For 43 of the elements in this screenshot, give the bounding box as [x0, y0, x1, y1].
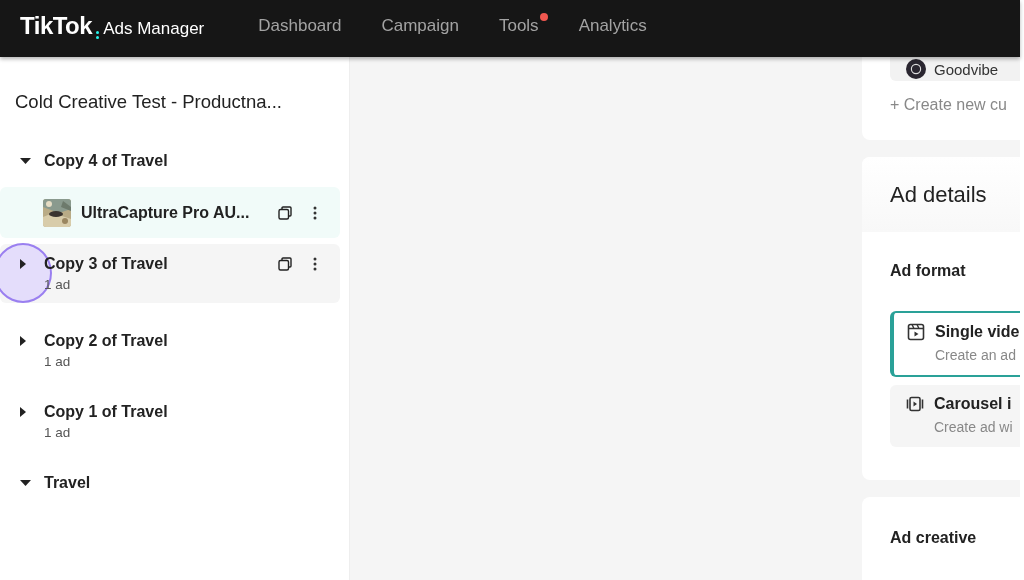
caret-down-icon[interactable] — [20, 158, 31, 164]
section-title: Ad creative — [890, 529, 978, 547]
nav-link[interactable]: Dashboard — [258, 11, 342, 40]
field-label: Ad format — [890, 262, 967, 280]
create-link[interactable]: + Create new cu — [890, 96, 1020, 114]
format-option[interactable]: Carousel i Create ad wi — [890, 385, 1020, 447]
product-name: Ads Manager — [103, 18, 205, 39]
ad-group-row[interactable]: Copy 1 of Travel 1 ad — [0, 396, 340, 445]
ad-count: 1 ad — [44, 277, 72, 292]
ad-group-name: Travel — [44, 473, 92, 493]
caret-down-icon[interactable] — [20, 480, 31, 486]
ad-group-name: Copy 2 of Travel — [44, 331, 169, 351]
format-title: Carousel i — [934, 395, 1012, 413]
avatar-icon — [906, 59, 926, 79]
tiktok-logo: TikTok — [20, 11, 93, 40]
nav-link[interactable]: Tools — [498, 11, 548, 40]
ad-count: 1 ad — [44, 354, 72, 369]
ad-group-name: Copy 1 of Travel — [44, 402, 169, 422]
video-icon — [907, 323, 925, 341]
ad-count: 1 ad — [44, 425, 72, 440]
campaign-title: Cold Creative Test - Productna... — [15, 91, 283, 113]
caret-right-icon[interactable] — [20, 407, 26, 417]
colon-icon — [96, 30, 100, 39]
ad-group-row[interactable]: Copy 4 of Travel — [0, 145, 340, 177]
more-icon[interactable] — [313, 257, 317, 271]
format-title: Single vide — [935, 323, 1020, 341]
ad-group-row[interactable]: Travel — [0, 467, 340, 499]
ad-name: UltraCapture Pro AU... — [81, 203, 251, 222]
carousel-icon — [906, 395, 924, 413]
duplicate-icon[interactable] — [277, 256, 293, 272]
more-icon[interactable] — [313, 205, 317, 220]
account-name: Goodvibe — [934, 60, 999, 78]
caret-right-icon[interactable] — [20, 336, 26, 346]
format-description: Create an ad — [934, 347, 1017, 363]
caret-right-icon[interactable] — [20, 259, 26, 269]
nav-link[interactable]: Analytics — [578, 11, 647, 40]
format-option[interactable]: Single vide Create an ad — [890, 311, 1020, 377]
ad-group-name: Copy 4 of Travel — [44, 151, 169, 171]
ad-group-row[interactable]: Copy 2 of Travel 1 ad — [0, 325, 340, 374]
nav-link[interactable]: Campaign — [381, 11, 459, 40]
format-description: Create ad wi — [933, 419, 1014, 435]
duplicate-icon[interactable] — [277, 204, 293, 221]
ad-row[interactable]: UltraCapture Pro AU... — [0, 187, 340, 238]
